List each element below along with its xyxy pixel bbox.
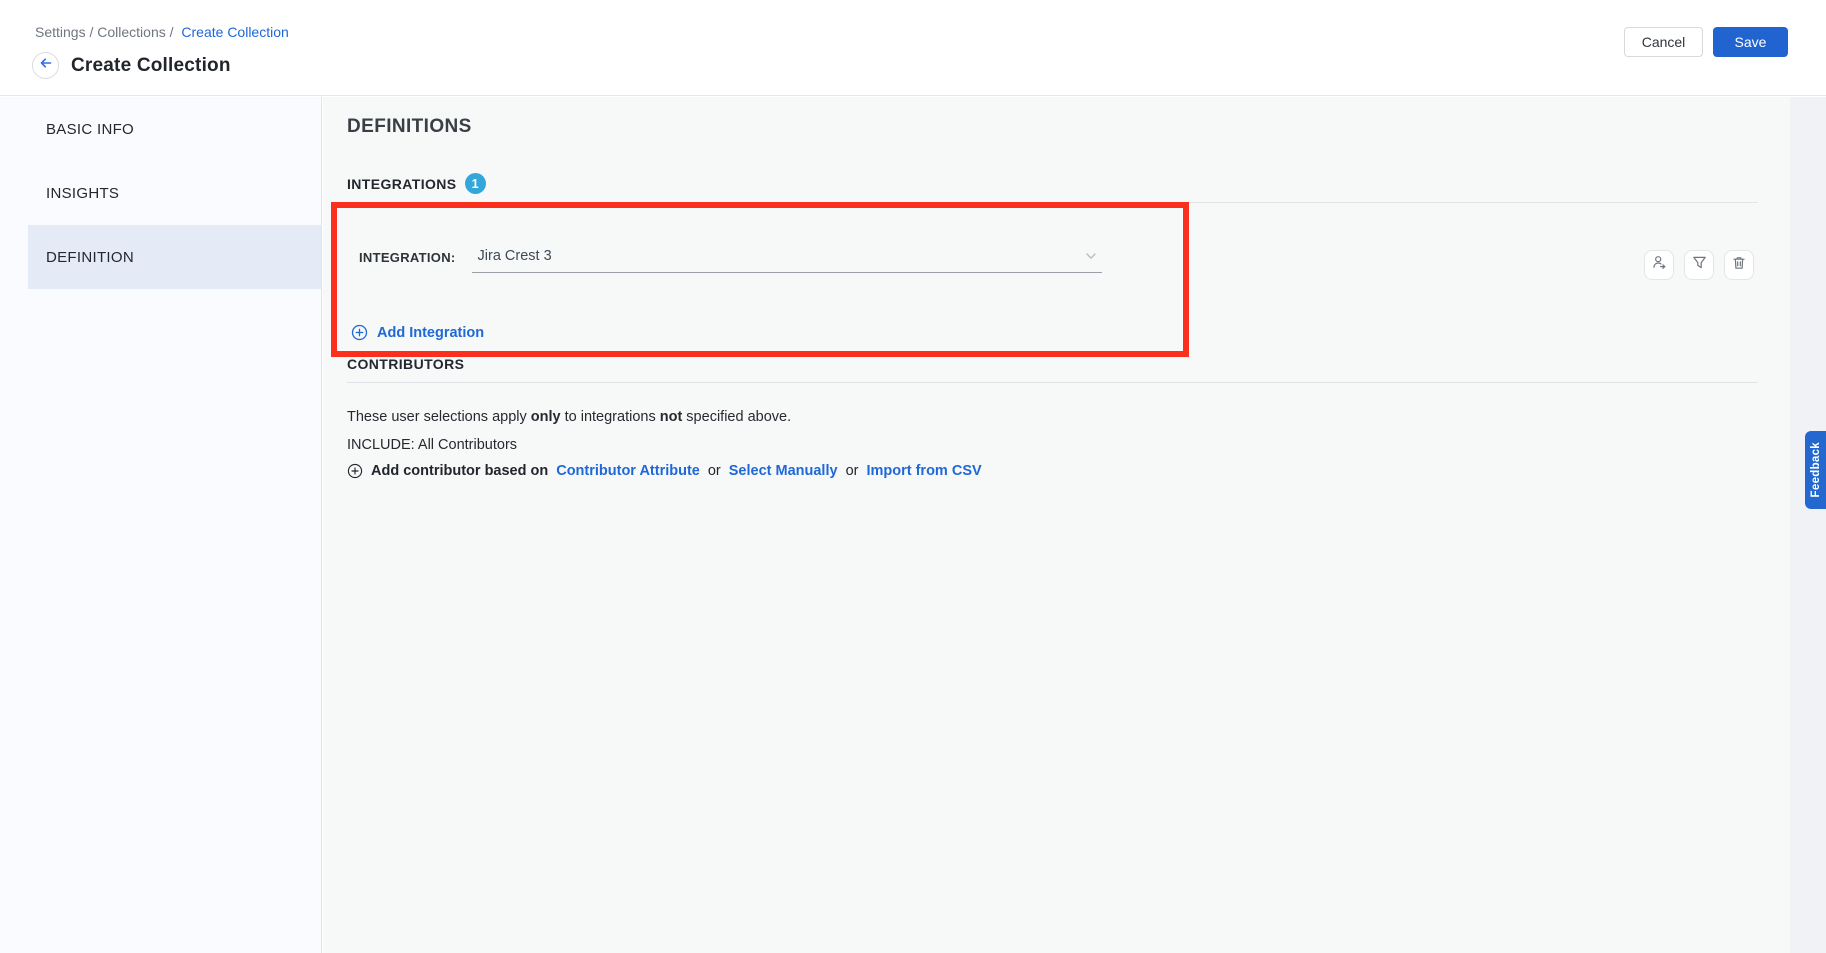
filter-button[interactable] — [1684, 250, 1714, 280]
section-title: DEFINITIONS — [347, 116, 472, 138]
integration-row-actions — [1644, 250, 1754, 280]
add-integration-label: Add Integration — [377, 325, 484, 341]
save-button[interactable]: Save — [1713, 27, 1788, 57]
delete-button[interactable] — [1724, 250, 1754, 280]
integration-select[interactable]: Jira Crest 3 — [472, 246, 1102, 273]
exclude-user-icon — [1651, 254, 1668, 276]
chevron-down-icon — [1084, 249, 1098, 263]
definition-panel: DEFINITIONS INTEGRATIONS 1 INTEGRATION: … — [323, 97, 1790, 953]
or-text: or — [846, 463, 859, 479]
integration-select-value: Jira Crest 3 — [478, 248, 552, 264]
contributors-heading: CONTRIBUTORS — [347, 356, 464, 372]
breadcrumb-current[interactable]: Create Collection — [181, 24, 288, 40]
breadcrumb-path[interactable]: Settings / Collections / — [35, 24, 174, 40]
right-gutter — [1790, 97, 1826, 953]
filter-icon — [1691, 254, 1708, 276]
trash-icon — [1731, 255, 1747, 276]
contributors-divider — [347, 382, 1758, 383]
page-title: Create Collection — [71, 55, 231, 77]
page-header: Settings / Collections / Create Collecti… — [0, 0, 1826, 96]
note-post: specified above. — [682, 409, 791, 425]
integrations-count-badge: 1 — [465, 173, 486, 194]
create-collection-page: Settings / Collections / Create Collecti… — [0, 0, 1826, 953]
back-button[interactable] — [32, 52, 59, 79]
include-line: INCLUDE: All Contributors — [347, 437, 517, 453]
import-from-csv-link[interactable]: Import from CSV — [866, 463, 981, 479]
add-contributor-prefix: Add contributor based on — [371, 463, 548, 479]
note-only: only — [531, 409, 561, 425]
select-manually-link[interactable]: Select Manually — [729, 463, 838, 479]
or-text: or — [708, 463, 721, 479]
note-not: not — [660, 409, 683, 425]
contributor-attribute-link[interactable]: Contributor Attribute — [556, 463, 700, 479]
add-integration-link[interactable]: Add Integration — [351, 324, 484, 341]
feedback-tab-label: Feedback — [1810, 442, 1822, 497]
integration-row: INTEGRATION: Jira Crest 3 — [359, 246, 1102, 273]
integrations-divider — [347, 202, 1758, 203]
contributors-note: These user selections apply only to inte… — [347, 409, 791, 425]
plus-circle-icon — [347, 463, 363, 479]
exclude-user-button[interactable] — [1644, 250, 1674, 280]
feedback-tab[interactable]: Feedback — [1805, 431, 1826, 509]
title-row: Create Collection — [32, 52, 231, 79]
sidebar-item-insights[interactable]: INSIGHTS — [28, 161, 321, 225]
plus-circle-icon — [351, 324, 368, 341]
sidebar-item-basic-info[interactable]: BASIC INFO — [28, 97, 321, 161]
cancel-button[interactable]: Cancel — [1624, 27, 1703, 57]
note-pre: These user selections apply — [347, 409, 531, 425]
sidebar-item-definition[interactable]: DEFINITION — [28, 225, 321, 289]
note-mid: to integrations — [561, 409, 660, 425]
settings-sidebar: BASIC INFO INSIGHTS DEFINITION — [0, 97, 322, 953]
add-contributor-row: Add contributor based on Contributor Att… — [347, 463, 982, 479]
integrations-heading: INTEGRATIONS — [347, 176, 457, 192]
breadcrumb: Settings / Collections / Create Collecti… — [35, 24, 289, 40]
integrations-heading-row: INTEGRATIONS 1 — [347, 173, 486, 194]
back-arrow-icon — [39, 56, 53, 75]
integration-label: INTEGRATION: — [359, 250, 456, 265]
